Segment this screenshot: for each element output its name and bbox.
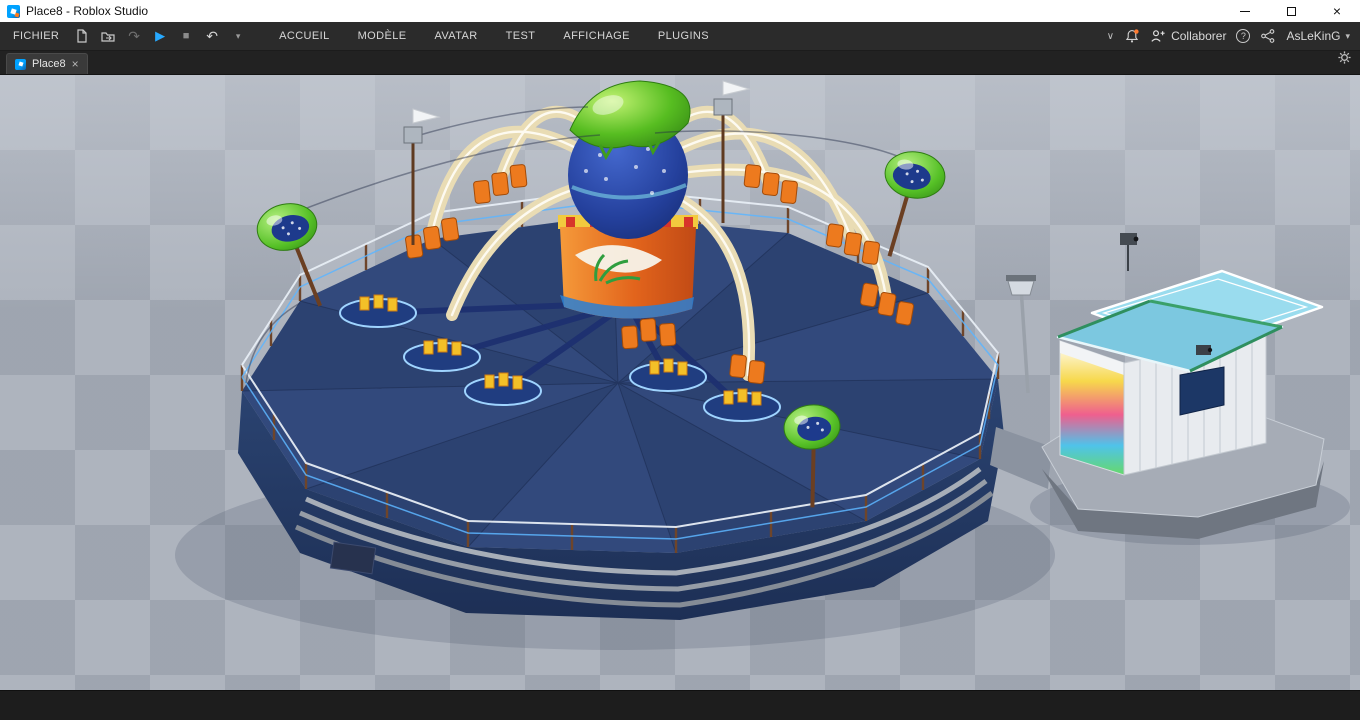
- redo-button[interactable]: ↷: [123, 25, 145, 47]
- roblox-studio-logo-icon: [7, 4, 20, 18]
- scene-3d[interactable]: [0, 75, 1360, 690]
- tab-close-icon[interactable]: ×: [72, 58, 79, 70]
- ticket-booth[interactable]: [1041, 233, 1325, 539]
- security-camera: [1120, 233, 1139, 271]
- minimize-icon: [1240, 10, 1250, 12]
- user-dropdown-icon: ▾: [1345, 30, 1350, 41]
- ribbon-tabs: ACCUEIL MODÈLE AVATAR TEST AFFICHAGE PLU…: [267, 23, 721, 49]
- play-button[interactable]: ▶: [149, 25, 171, 47]
- new-file-icon: [77, 29, 87, 43]
- redo-icon: ↷: [128, 27, 140, 44]
- tab-plugins[interactable]: PLUGINS: [646, 23, 721, 49]
- tab-accueil[interactable]: ACCUEIL: [267, 23, 341, 49]
- help-icon: ?: [1236, 29, 1251, 43]
- viewport-settings-button[interactable]: [1337, 50, 1360, 74]
- maximize-icon: [1286, 6, 1296, 16]
- play-icon: ▶: [155, 28, 166, 43]
- new-file-button[interactable]: [71, 25, 93, 47]
- undo-button[interactable]: ↶: [201, 25, 223, 47]
- close-button[interactable]: ×: [1314, 0, 1360, 22]
- menubar: FICHIER ↷ ▶ ■ ↶ ▾ ACCUEIL MODÈLE AVATAR …: [0, 22, 1360, 51]
- booth-ramp: [990, 427, 1052, 489]
- share-button[interactable]: [1260, 28, 1276, 44]
- tab-affichage[interactable]: AFFICHAGE: [551, 23, 642, 49]
- viewport-3d[interactable]: [0, 75, 1360, 690]
- ribbon-collapse-button[interactable]: ∨: [1107, 31, 1114, 42]
- document-tabbar: Place8 ×: [0, 51, 1360, 75]
- open-file-icon: [101, 32, 115, 42]
- street-lamp[interactable]: [1006, 275, 1036, 394]
- tab-avatar[interactable]: AVATAR: [422, 23, 489, 49]
- help-button[interactable]: ?: [1236, 29, 1251, 43]
- place-icon: [15, 58, 26, 70]
- notifications-button[interactable]: [1124, 28, 1140, 44]
- collaborate-button[interactable]: Collaborer: [1150, 28, 1226, 44]
- undo-icon: ↶: [206, 27, 218, 44]
- file-menu-button[interactable]: FICHIER: [0, 30, 71, 42]
- window-controls: ×: [1222, 0, 1360, 22]
- close-icon: ×: [1332, 3, 1342, 19]
- minimize-button[interactable]: [1222, 0, 1268, 22]
- menubar-right: ∨ Collaborer ? AsLeKinG ▾: [1107, 28, 1360, 44]
- collaborate-label: Collaborer: [1171, 29, 1227, 43]
- security-camera: [1196, 345, 1213, 355]
- share-icon: [1261, 29, 1275, 43]
- notifications-bell-icon: [1125, 29, 1139, 43]
- open-file-button[interactable]: [97, 25, 119, 47]
- document-tab-place8[interactable]: Place8 ×: [6, 53, 88, 74]
- toolbar-overflow-button[interactable]: ▾: [227, 25, 249, 47]
- settings-gear-icon: [1338, 51, 1351, 64]
- username-label: AsLeKinG: [1286, 29, 1341, 43]
- collaborate-person-icon: [1151, 30, 1165, 42]
- titlebar: Place8 - Roblox Studio ×: [0, 0, 1360, 22]
- bottom-strip: [0, 690, 1360, 720]
- quick-access-toolbar: ↷ ▶ ■ ↶ ▾: [71, 25, 249, 47]
- stop-icon: ■: [182, 30, 190, 42]
- tab-modele[interactable]: MODÈLE: [346, 23, 419, 49]
- window-title: Place8 - Roblox Studio: [26, 4, 149, 18]
- stop-button[interactable]: ■: [175, 25, 197, 47]
- green-pod[interactable]: [874, 148, 948, 262]
- maximize-button[interactable]: [1268, 0, 1314, 22]
- toolbar-overflow-icon: ▾: [235, 30, 241, 41]
- chevron-down-icon: ∨: [1106, 30, 1115, 42]
- tab-test[interactable]: TEST: [494, 23, 548, 49]
- user-account-button[interactable]: AsLeKinG ▾: [1286, 29, 1350, 43]
- document-tab-label: Place8: [32, 58, 66, 70]
